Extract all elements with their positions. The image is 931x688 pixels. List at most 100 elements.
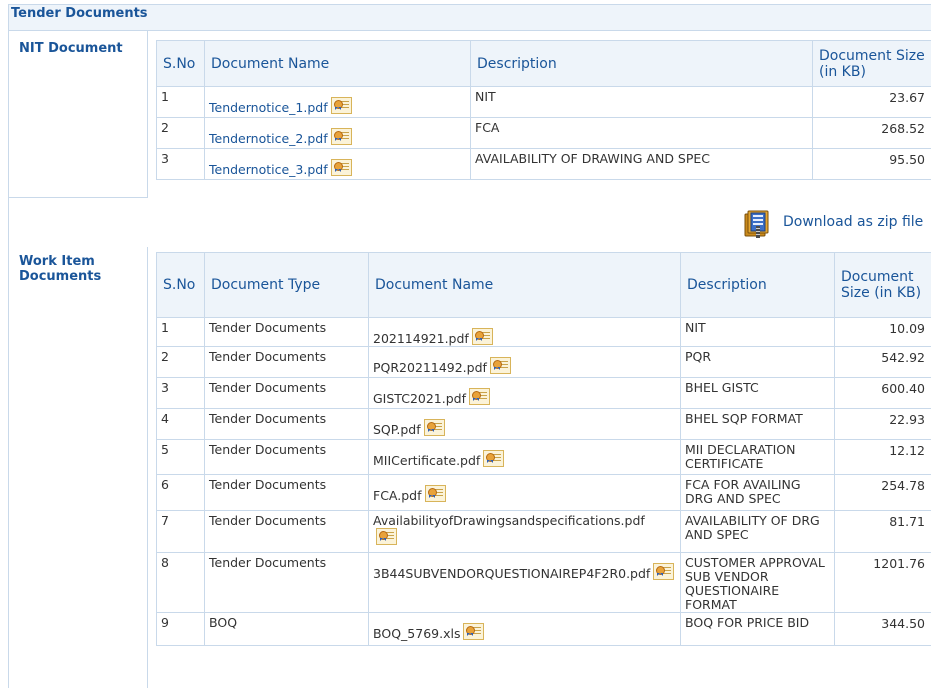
section-title: Tender Documents bbox=[11, 6, 148, 21]
work-header-type: Document Type bbox=[204, 252, 369, 318]
work-cell-description: BOQ FOR PRICE BID bbox=[680, 612, 835, 646]
document-link[interactable]: 3B44SUBVENDORQUESTIONAIREP4F2R0.pdf bbox=[373, 566, 650, 581]
certificate-icon[interactable] bbox=[483, 450, 505, 467]
work-cell-name: PQR20211492.pdf bbox=[368, 346, 681, 378]
work-cell-description: AVAILABILITY OF DRG AND SPEC bbox=[680, 510, 835, 553]
work-row: 4 Tender Documents SQP.pdf BHEL SQP FORMAT 2… bbox=[156, 408, 931, 440]
work-cell-size: 12.12 bbox=[834, 439, 931, 475]
work-cell-size: 344.50 bbox=[834, 612, 931, 646]
work-row: 7 Tender Documents AvailabilityofDrawingsa… bbox=[156, 510, 931, 553]
document-link[interactable]: GISTC2021.pdf bbox=[373, 391, 466, 406]
certificate-icon[interactable] bbox=[653, 563, 675, 580]
work-cell-sno: 6 bbox=[156, 474, 205, 511]
work-cell-description: PQR bbox=[680, 346, 835, 378]
work-row: 1 Tender Documents 202114921.pdf NIT 10.09 bbox=[156, 317, 931, 347]
work-item-documents-table: S.No Document Type Document Name Descrip… bbox=[156, 252, 931, 646]
document-link[interactable]: FCA.pdf bbox=[373, 488, 422, 503]
document-link[interactable]: 202114921.pdf bbox=[373, 331, 469, 346]
document-link[interactable]: PQR20211492.pdf bbox=[373, 360, 487, 375]
nit-header-name: Document Name bbox=[204, 40, 471, 87]
work-row: 6 Tender Documents FCA.pdf FCA FOR AVAILING… bbox=[156, 474, 931, 511]
work-header-sno: S.No bbox=[156, 252, 205, 318]
work-cell-type: Tender Documents bbox=[204, 377, 369, 409]
nit-divider bbox=[147, 31, 148, 197]
work-cell-sno: 1 bbox=[156, 317, 205, 347]
nit-cell-sno: 2 bbox=[156, 117, 205, 149]
zip-archive-icon bbox=[744, 210, 769, 238]
work-cell-name: FCA.pdf bbox=[368, 474, 681, 511]
work-cell-sno: 2 bbox=[156, 346, 205, 378]
work-cell-type: BOQ bbox=[204, 612, 369, 646]
work-cell-name: 202114921.pdf bbox=[368, 317, 681, 347]
nit-cell-size: 23.67 bbox=[812, 86, 931, 118]
nit-documents-table: S.No Document Name Description Document … bbox=[156, 40, 931, 180]
nit-cell-name: Tendernotice_2.pdf bbox=[204, 117, 471, 149]
work-cell-size: 542.92 bbox=[834, 346, 931, 378]
nit-row: 2 Tendernotice_2.pdf FCA 268.52 bbox=[156, 117, 931, 149]
certificate-icon[interactable] bbox=[423, 419, 445, 436]
work-row: 2 Tender Documents PQR20211492.pdf PQR 542.9… bbox=[156, 346, 931, 378]
work-header-row: S.No Document Type Document Name Descrip… bbox=[156, 252, 931, 318]
work-cell-type: Tender Documents bbox=[204, 510, 369, 553]
certificate-icon[interactable] bbox=[489, 357, 511, 374]
work-cell-description: BHEL SQP FORMAT bbox=[680, 408, 835, 440]
document-link[interactable]: BOQ_5769.xls bbox=[373, 626, 460, 641]
work-cell-name: MIICertificate.pdf bbox=[368, 439, 681, 475]
work-cell-sno: 4 bbox=[156, 408, 205, 440]
work-header-name: Document Name bbox=[368, 252, 681, 318]
certificate-icon[interactable] bbox=[471, 328, 493, 345]
work-cell-name: AvailabilityofDrawingsandspecifications.… bbox=[368, 510, 681, 553]
nit-header-description: Description bbox=[470, 40, 813, 87]
work-cell-size: 10.09 bbox=[834, 317, 931, 347]
nit-document-label: NIT Document bbox=[19, 41, 123, 56]
work-cell-sno: 7 bbox=[156, 510, 205, 553]
work-divider bbox=[147, 247, 148, 688]
nit-cell-sno: 3 bbox=[156, 148, 205, 180]
nit-row: 3 Tendernotice_3.pdf AVAILABILITY OF DRAWI… bbox=[156, 148, 931, 180]
nit-cell-size: 95.50 bbox=[812, 148, 931, 180]
certificate-icon[interactable] bbox=[330, 159, 352, 176]
work-row: 9 BOQ BOQ_5769.xls BOQ FOR PRICE BID 344.50 bbox=[156, 612, 931, 646]
work-cell-size: 1201.76 bbox=[834, 552, 931, 613]
nit-cell-description: AVAILABILITY OF DRAWING AND SPEC bbox=[470, 148, 813, 180]
work-cell-type: Tender Documents bbox=[204, 552, 369, 613]
certificate-icon[interactable] bbox=[469, 388, 490, 405]
certificate-icon[interactable] bbox=[424, 485, 446, 502]
work-cell-size: 254.78 bbox=[834, 474, 931, 511]
nit-cell-description: NIT bbox=[470, 86, 813, 118]
certificate-icon[interactable] bbox=[330, 128, 352, 145]
work-cell-sno: 8 bbox=[156, 552, 205, 613]
document-link[interactable]: Tendernotice_2.pdf bbox=[209, 131, 328, 146]
document-link[interactable]: MIICertificate.pdf bbox=[373, 453, 480, 468]
work-cell-sno: 9 bbox=[156, 612, 205, 646]
work-cell-name: 3B44SUBVENDORQUESTIONAIREP4F2R0.pdf bbox=[368, 552, 681, 613]
work-cell-name: BOQ_5769.xls bbox=[368, 612, 681, 646]
work-cell-description: CUSTOMER APPROVAL SUB VENDOR QUESTIONAIR… bbox=[680, 552, 835, 613]
work-cell-sno: 5 bbox=[156, 439, 205, 475]
nit-cell-size: 268.52 bbox=[812, 117, 931, 149]
work-cell-name: GISTC2021.pdf bbox=[368, 377, 681, 409]
nit-cell-name: Tendernotice_3.pdf bbox=[204, 148, 471, 180]
work-rows: 1 Tender Documents 202114921.pdf NIT 10.09 2 T… bbox=[156, 317, 931, 646]
work-cell-type: Tender Documents bbox=[204, 408, 369, 440]
work-cell-description: MII DECLARATION CERTIFICATE bbox=[680, 439, 835, 475]
download-zip-link[interactable]: Download as zip file bbox=[783, 214, 923, 230]
document-link[interactable]: Tendernotice_3.pdf bbox=[209, 162, 328, 177]
work-cell-type: Tender Documents bbox=[204, 317, 369, 347]
nit-rows: 1 Tendernotice_1.pdf NIT 23.67 2 Tendernotice… bbox=[156, 86, 931, 180]
work-row: 3 Tender Documents GISTC2021.pdf BHEL GISTC… bbox=[156, 377, 931, 409]
certificate-icon[interactable] bbox=[463, 623, 485, 640]
document-link[interactable]: Tendernotice_1.pdf bbox=[209, 100, 328, 115]
work-cell-size: 600.40 bbox=[834, 377, 931, 409]
nit-header-sno: S.No bbox=[156, 40, 205, 87]
work-cell-size: 81.71 bbox=[834, 510, 931, 553]
work-cell-name: SQP.pdf bbox=[368, 408, 681, 440]
nit-cell-sno: 1 bbox=[156, 86, 205, 118]
document-link[interactable]: AvailabilityofDrawingsandspecifications.… bbox=[373, 513, 645, 528]
work-cell-type: Tender Documents bbox=[204, 474, 369, 511]
work-header-size: Document Size (in KB) bbox=[834, 252, 931, 318]
work-cell-description: FCA FOR AVAILING DRG AND SPEC bbox=[680, 474, 835, 511]
certificate-icon[interactable] bbox=[376, 528, 397, 545]
certificate-icon[interactable] bbox=[330, 97, 352, 114]
document-link[interactable]: SQP.pdf bbox=[373, 422, 421, 437]
